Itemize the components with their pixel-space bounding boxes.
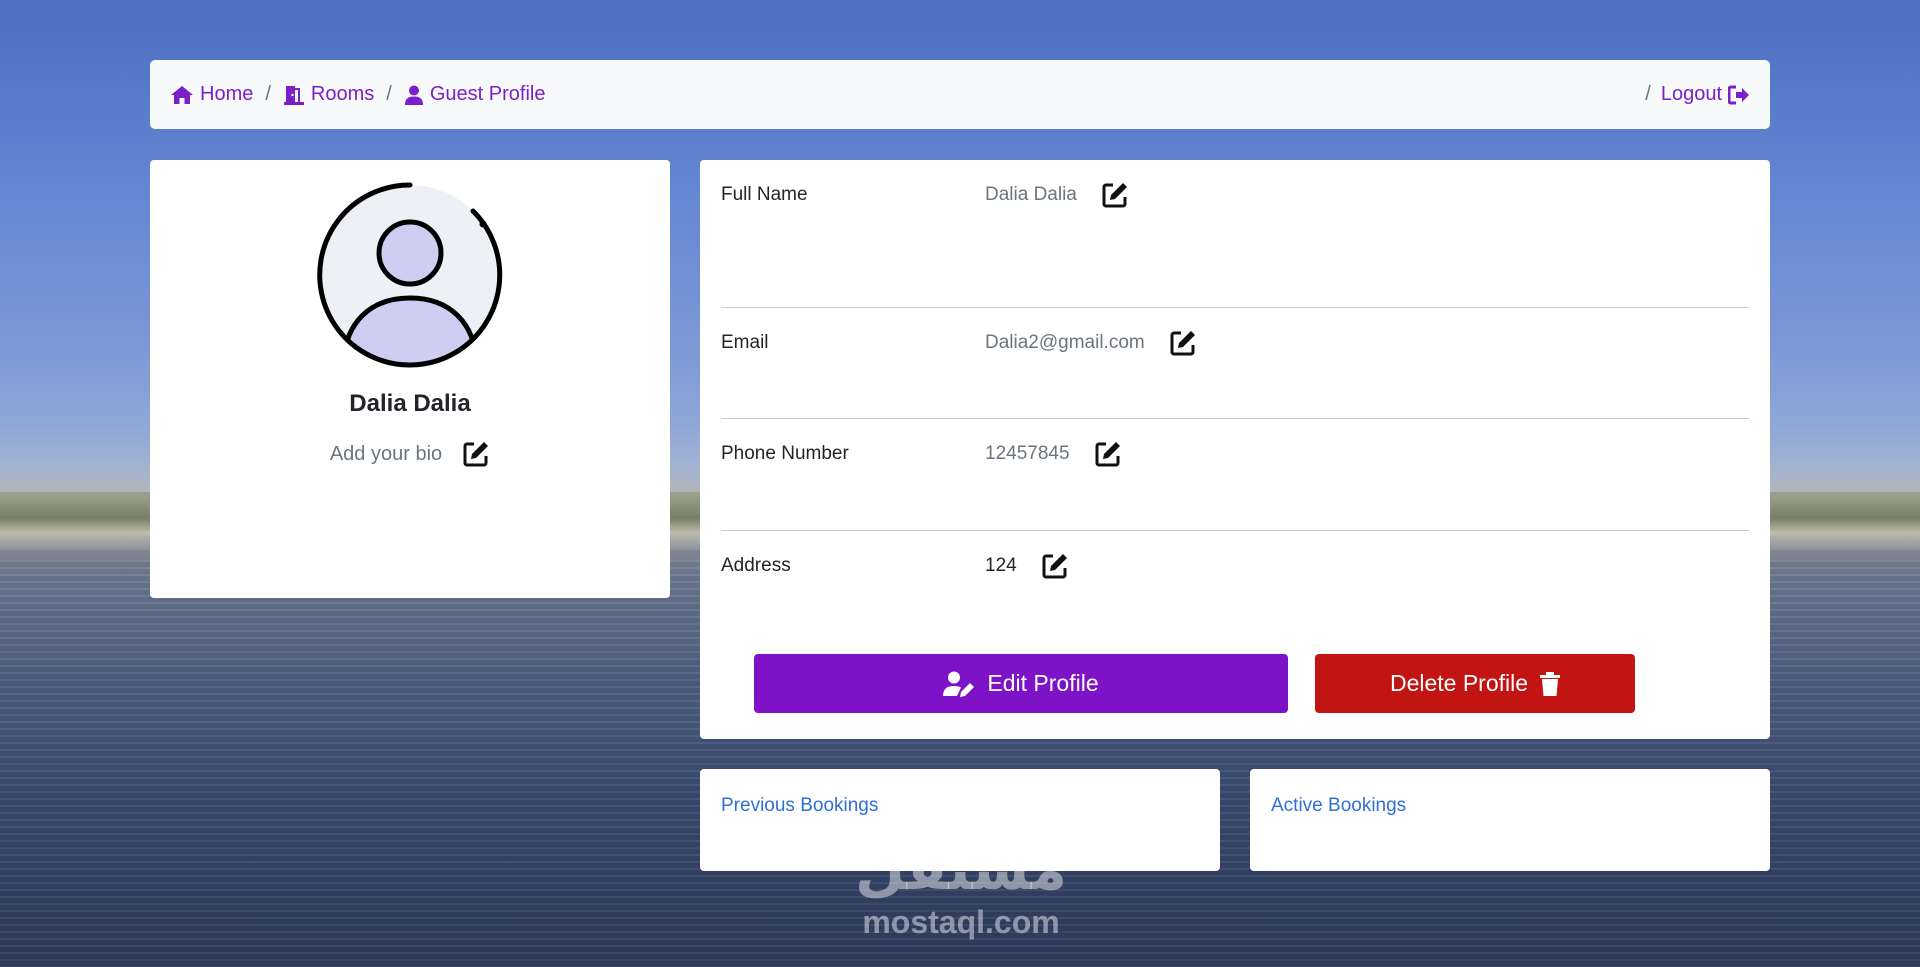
door-icon — [283, 85, 304, 105]
breadcrumb-guest-profile-label: Guest Profile — [429, 83, 546, 105]
trash-icon — [1540, 671, 1561, 696]
user-edit-icon — [943, 671, 975, 697]
field-value: 12457845 — [985, 443, 1070, 464]
breadcrumb: Home / Rooms / Guest Profile — [170, 83, 545, 106]
breadcrumb-home[interactable]: Home — [170, 83, 253, 106]
previous-bookings-link[interactable]: Previous Bookings — [721, 795, 878, 816]
edit-phone-icon[interactable] — [1094, 440, 1122, 468]
field-label: Email — [721, 332, 769, 353]
logout-link[interactable]: Logout — [1661, 83, 1750, 106]
delete-profile-label: Delete Profile — [1389, 670, 1529, 696]
edit-full-name-icon[interactable] — [1101, 181, 1129, 209]
watermark-latin: mostaql.com — [862, 904, 1060, 940]
breadcrumb-separator: / — [386, 83, 392, 105]
background-shoreline-left — [0, 492, 150, 550]
field-label: Address — [721, 555, 791, 576]
field-label: Full Name — [721, 184, 808, 205]
field-value: Dalia Dalia — [985, 184, 1077, 205]
breadcrumb-guest-profile[interactable]: Guest Profile — [404, 83, 546, 106]
active-bookings-link[interactable]: Active Bookings — [1271, 795, 1406, 816]
background-shoreline-right — [1770, 492, 1920, 550]
watermark: مستقل mostaql.com — [843, 838, 1079, 946]
edit-profile-button[interactable]: Edit Profile — [754, 654, 1288, 713]
field-address: Address 124 — [721, 552, 1749, 580]
home-icon — [171, 85, 193, 104]
profile-details-card: Full Name Dalia Dalia Email Dalia2@gmail… — [700, 160, 1770, 739]
field-value: 124 — [985, 555, 1017, 576]
background-shoreline-mid — [670, 492, 700, 550]
delete-profile-button[interactable]: Delete Profile — [1315, 654, 1635, 713]
active-bookings-card: Active Bookings — [1250, 769, 1770, 871]
profile-card: Dalia Dalia Add your bio — [150, 160, 670, 598]
nav-separator: / — [1645, 83, 1651, 105]
breadcrumb-rooms-label: Rooms — [310, 83, 375, 105]
field-divider — [721, 307, 1749, 308]
sign-out-icon — [1728, 85, 1749, 104]
user-icon — [404, 85, 423, 105]
profile-name: Dalia Dalia — [349, 390, 471, 417]
field-phone-number: Phone Number 12457845 — [721, 440, 1749, 468]
edit-profile-label: Edit Profile — [987, 670, 1099, 696]
top-navbar: Home / Rooms / Guest Profile / Logout — [150, 60, 1770, 129]
bio-row: Add your bio — [150, 440, 670, 468]
field-divider — [721, 530, 1749, 531]
edit-bio-icon[interactable] — [462, 440, 490, 468]
field-full-name: Full Name Dalia Dalia — [721, 181, 1749, 209]
watermark-arabic: مستقل — [854, 837, 1068, 902]
nav-right: / Logout — [1645, 83, 1750, 106]
breadcrumb-separator: / — [265, 83, 271, 105]
field-email: Email Dalia2@gmail.com — [721, 329, 1749, 357]
field-value: Dalia2@gmail.com — [985, 332, 1145, 353]
field-divider — [721, 418, 1749, 419]
breadcrumb-rooms[interactable]: Rooms — [283, 83, 374, 106]
avatar — [317, 182, 503, 368]
bio-placeholder: Add your bio — [329, 442, 443, 465]
breadcrumb-home-label: Home — [200, 83, 254, 105]
logout-label: Logout — [1660, 83, 1722, 105]
edit-email-icon[interactable] — [1169, 329, 1197, 357]
field-label: Phone Number — [721, 443, 849, 464]
edit-address-icon[interactable] — [1041, 552, 1069, 580]
